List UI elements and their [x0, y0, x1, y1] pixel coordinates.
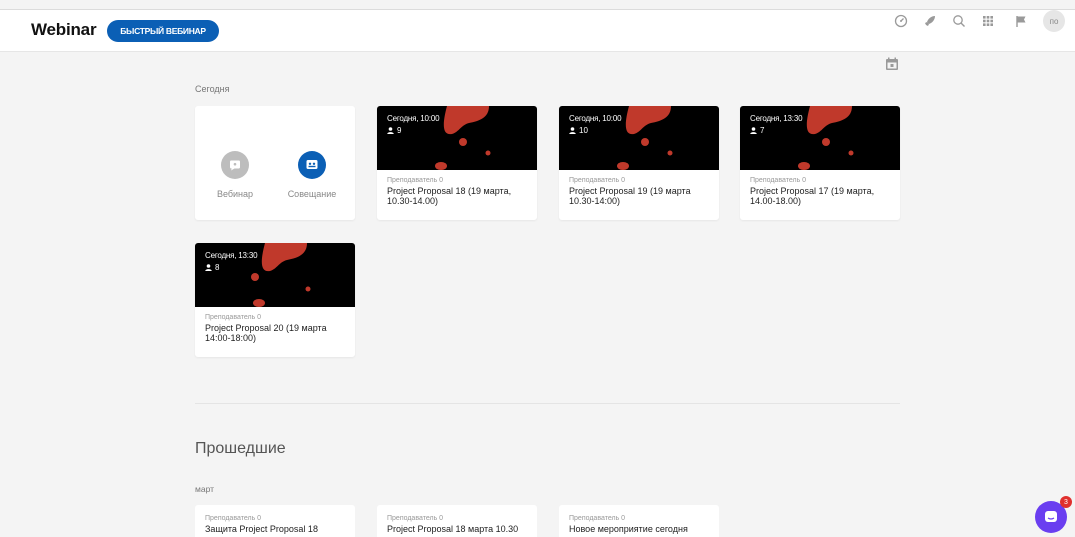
create-meeting-option[interactable]: Совещание: [277, 151, 347, 199]
section-divider: [195, 403, 900, 404]
participants-count: 9: [387, 126, 401, 135]
event-teacher: Преподаватель 0: [750, 177, 807, 184]
event-teacher: Преподаватель 0: [569, 177, 626, 184]
event-time: Сегодня, 13:30: [750, 114, 803, 123]
event-thumbnail: Сегодня, 10:00 9: [377, 106, 537, 170]
chat-unread-badge: 3: [1060, 496, 1072, 508]
person-icon: [750, 127, 757, 134]
event-title: Project Proposal 18 марта 10.30: [387, 524, 519, 534]
participants-number: 10: [579, 126, 588, 135]
event-title: Защита Project Proposal 18: [205, 524, 318, 534]
participants-count: 8: [205, 263, 219, 272]
create-webinar-option[interactable]: Вебинар: [200, 151, 270, 199]
participants-number: 8: [215, 263, 220, 272]
rocket-icon[interactable]: [919, 10, 941, 32]
past-event-card[interactable]: Преподаватель 0 Защита Project Proposal …: [195, 505, 355, 537]
chat-icon: [1045, 511, 1057, 522]
event-card[interactable]: Сегодня, 13:30 8 Преподаватель 0 Project…: [195, 243, 355, 357]
participants-number: 7: [760, 126, 765, 135]
past-event-card[interactable]: Преподаватель 0 Новое мероприятие сегодн…: [559, 505, 719, 537]
participants-count: 10: [569, 126, 588, 135]
app-logo[interactable]: Webinar: [31, 20, 97, 40]
user-avatar[interactable]: по: [1043, 10, 1065, 32]
event-title: Project Proposal 18 (19 марта, 10.30-14.…: [387, 186, 512, 206]
webinar-icon: [221, 151, 249, 179]
event-teacher: Преподаватель 0: [387, 177, 444, 184]
section-past-title: Прошедшие: [195, 440, 286, 457]
create-event-card: Вебинар Совещание: [195, 106, 355, 220]
calendar-icon[interactable]: [885, 57, 899, 71]
event-teacher: Преподаватель 0: [205, 314, 262, 321]
past-month-label: март: [195, 484, 215, 494]
event-thumbnail: Сегодня, 10:00 10: [559, 106, 719, 170]
event-teacher: Преподаватель 0: [387, 515, 444, 522]
top-header: Webinar БЫСТРЫЙ ВЕБИНАР по: [0, 10, 1075, 52]
section-today-title: Сегодня: [195, 84, 230, 94]
search-icon[interactable]: [948, 10, 970, 32]
flag-icon[interactable]: [1010, 10, 1032, 32]
speedometer-icon[interactable]: [890, 10, 912, 32]
event-teacher: Преподаватель 0: [205, 515, 262, 522]
event-card[interactable]: Сегодня, 10:00 10 Преподаватель 0 Projec…: [559, 106, 719, 220]
event-title: Project Proposal 19 (19 марта 10.30-14:0…: [569, 186, 691, 206]
create-webinar-label: Вебинар: [216, 189, 254, 199]
participants-count: 7: [750, 126, 764, 135]
event-teacher: Преподаватель 0: [569, 515, 626, 522]
past-event-card[interactable]: Преподаватель 0 Project Proposal 18 март…: [377, 505, 537, 537]
event-thumbnail: Сегодня, 13:30 8: [195, 243, 355, 307]
event-thumbnail: Сегодня, 13:30 7: [740, 106, 900, 170]
participants-number: 9: [397, 126, 402, 135]
apps-grid-icon[interactable]: [977, 10, 999, 32]
event-title: Новое мероприятие сегодня: [569, 524, 688, 534]
event-title: Project Proposal 17 (19 марта, 14.00-18.…: [750, 186, 875, 206]
event-time: Сегодня, 10:00: [569, 114, 622, 123]
person-icon: [387, 127, 394, 134]
meeting-icon: [298, 151, 326, 179]
person-icon: [569, 127, 576, 134]
event-time: Сегодня, 10:00: [387, 114, 440, 123]
event-time: Сегодня, 13:30: [205, 251, 258, 260]
person-icon: [205, 264, 212, 271]
quick-webinar-button[interactable]: БЫСТРЫЙ ВЕБИНАР: [107, 20, 219, 42]
event-card[interactable]: Сегодня, 13:30 7 Преподаватель 0 Project…: [740, 106, 900, 220]
event-title: Project Proposal 20 (19 марта 14:00-18:0…: [205, 323, 327, 343]
create-meeting-label: Совещание: [287, 189, 337, 199]
event-card[interactable]: Сегодня, 10:00 9 Преподаватель 0 Project…: [377, 106, 537, 220]
